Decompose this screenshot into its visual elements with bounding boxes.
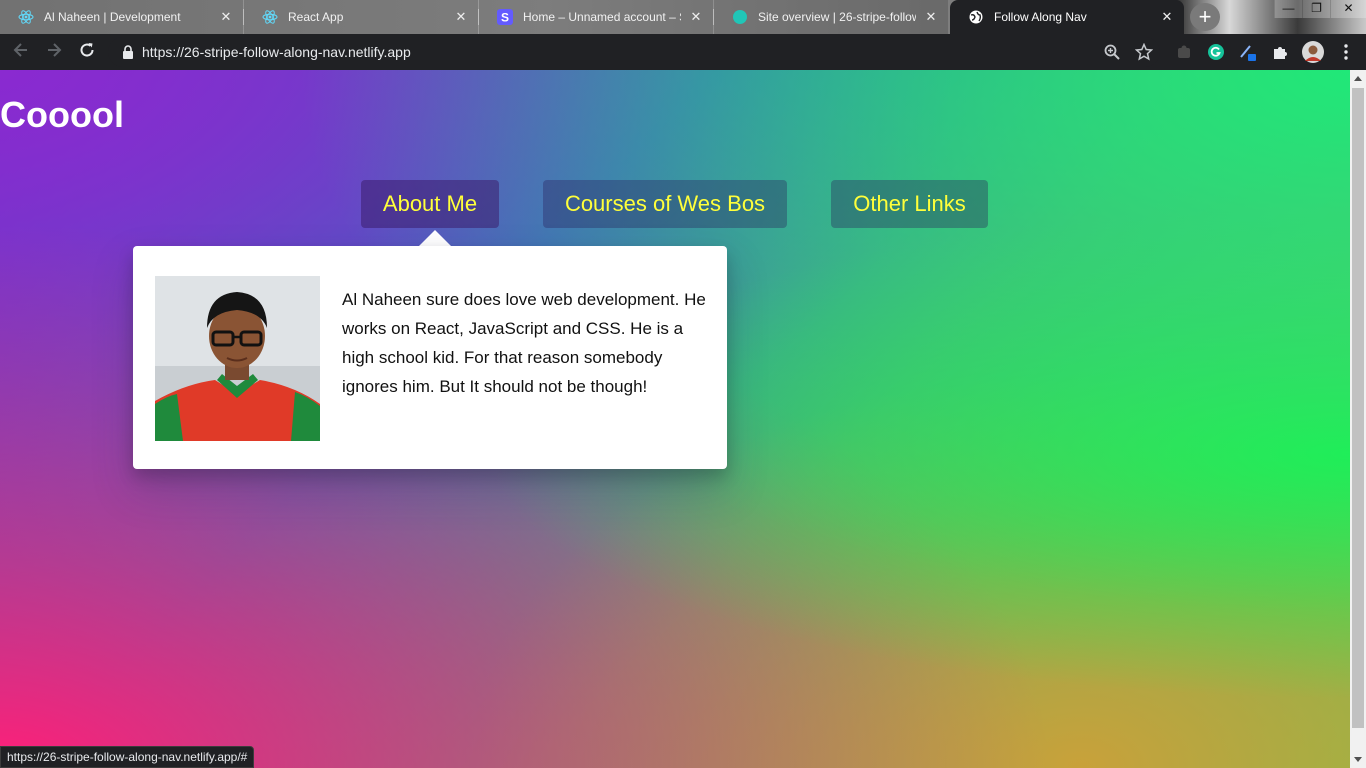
status-bar-url: https://26-stripe-follow-along-nav.netli… — [0, 746, 255, 768]
pen-extension-icon[interactable] — [1238, 42, 1258, 62]
globe-icon — [968, 9, 984, 25]
url-text[interactable]: https://26-stripe-follow-along-nav.netli… — [142, 44, 411, 60]
grammarly-icon[interactable] — [1206, 42, 1226, 62]
bio-text: Al Naheen sure does love web development… — [342, 290, 706, 396]
tab-follow-along-nav[interactable]: Follow Along Nav ✕ — [950, 0, 1184, 34]
tab-al-naheen-development[interactable]: Al Naheen | Development ✕ — [0, 0, 243, 34]
react-icon — [18, 9, 34, 25]
extension-puzzle-grey-icon[interactable] — [1174, 42, 1194, 62]
address-bar[interactable]: https://26-stripe-follow-along-nav.netli… — [108, 37, 1160, 67]
page-viewport: Cooool About Me Courses of Wes Bos Other… — [0, 70, 1350, 768]
menu-kebab-icon[interactable] — [1336, 42, 1356, 62]
tab-title: Follow Along Nav — [994, 10, 1087, 24]
close-icon[interactable]: ✕ — [689, 9, 703, 25]
forward-arrow-icon — [48, 43, 62, 57]
window-close-button[interactable]: ✕ — [1330, 0, 1366, 18]
close-icon[interactable]: ✕ — [219, 9, 233, 25]
nav-about-me[interactable]: About Me — [361, 180, 499, 228]
restore-button[interactable]: ❐ — [1302, 0, 1330, 18]
tab-title: Home – Unnamed account – Str — [523, 10, 681, 24]
tab-title: React App — [288, 10, 344, 24]
close-icon[interactable]: ✕ — [1160, 9, 1174, 25]
tab-strip: Al Naheen | Development ✕ React App ✕ S … — [0, 0, 1366, 34]
tab-netlify-site-overview[interactable]: Site overview | 26-stripe-follow- ✕ — [714, 0, 948, 34]
nav-other-links[interactable]: Other Links — [831, 180, 988, 228]
browser-toolbar: https://26-stripe-follow-along-nav.netli… — [0, 34, 1366, 70]
nav-courses-of-wes-bos[interactable]: Courses of Wes Bos — [543, 180, 787, 228]
tab-react-app[interactable]: React App ✕ — [244, 0, 478, 34]
reload-icon — [80, 43, 94, 57]
lock-icon — [123, 45, 133, 59]
scrollbar-thumb[interactable] — [1352, 88, 1364, 728]
profile-photo — [155, 276, 320, 441]
window-controls: — ❐ ✕ — [1274, 0, 1366, 18]
close-icon[interactable]: ✕ — [454, 9, 468, 25]
bookmark-star-icon[interactable] — [1134, 42, 1154, 62]
zoom-icon[interactable] — [1102, 42, 1122, 62]
vertical-scrollbar[interactable] — [1350, 70, 1366, 768]
close-icon[interactable]: ✕ — [924, 9, 938, 25]
forward-button[interactable] — [43, 41, 65, 63]
netlify-icon — [732, 9, 748, 25]
about-me-dropdown: Al Naheen sure does love web development… — [133, 246, 727, 469]
scroll-up-arrow-icon[interactable] — [1354, 76, 1362, 81]
extensions-puzzle-icon[interactable] — [1270, 42, 1290, 62]
back-button[interactable] — [10, 41, 32, 63]
page-heading: Cooool — [0, 94, 124, 135]
profile-avatar[interactable] — [1302, 41, 1324, 63]
minimize-button[interactable]: — — [1274, 0, 1302, 18]
tab-title: Site overview | 26-stripe-follow- — [758, 10, 916, 24]
dropdown-arrow — [419, 230, 451, 246]
stripe-icon: S — [497, 9, 513, 25]
scroll-down-arrow-icon[interactable] — [1354, 757, 1362, 762]
react-icon — [262, 9, 278, 25]
back-arrow-icon — [13, 43, 27, 57]
tab-stripe-home[interactable]: S Home – Unnamed account – Str ✕ — [479, 0, 713, 34]
tab-title: Al Naheen | Development — [44, 10, 181, 24]
reload-button[interactable] — [76, 41, 98, 63]
svg-text:S: S — [501, 11, 509, 25]
new-tab-button[interactable]: + — [1190, 3, 1220, 31]
